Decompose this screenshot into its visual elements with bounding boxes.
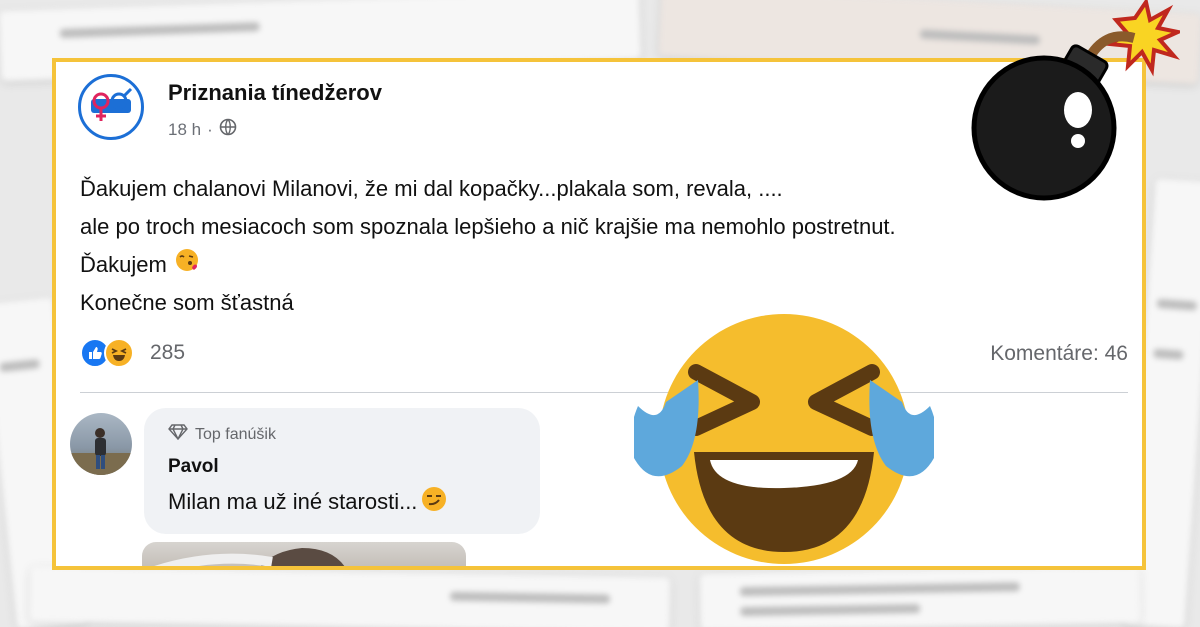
smirking-face-emoji <box>421 486 447 518</box>
bomb-sticker <box>960 0 1185 210</box>
tears-of-joy-sticker <box>630 284 938 594</box>
top-fan-label: Top fanúšik <box>195 425 276 443</box>
meta-separator: · <box>207 119 213 139</box>
post-line: ale po troch mesiacoch som spoznala lepš… <box>80 214 896 239</box>
post-line: Ďakujem chalanovi Milanovi, že mi dal ko… <box>80 176 783 201</box>
comments-count-link[interactable]: Komentáre: 46 <box>990 342 1128 366</box>
commenter-avatar[interactable] <box>70 413 132 475</box>
top-fan-badge: Top fanúšik <box>168 424 276 445</box>
post-line: Ďakujem <box>80 252 167 277</box>
comment-image-attachment[interactable] <box>142 542 466 566</box>
globe-icon[interactable] <box>219 118 237 141</box>
comment-author[interactable]: Pavol <box>168 456 219 478</box>
post-time[interactable]: 18 h <box>168 120 201 140</box>
background-screenshot <box>29 566 671 627</box>
reaction-count: 285 <box>150 341 186 364</box>
page-name[interactable]: Priznania tínedžerov <box>168 80 382 106</box>
reactions-summary[interactable]: 285 <box>80 338 185 368</box>
comment-text: Milan ma už iné starosti... <box>168 489 418 514</box>
face-blowing-kiss-emoji <box>175 246 199 284</box>
post-meta: 18 h · <box>168 118 237 141</box>
haha-reaction-icon <box>104 338 134 368</box>
page-avatar[interactable] <box>78 74 144 140</box>
comment-text-row: Milan ma už iné starosti... <box>168 486 447 518</box>
post-line: Konečne som šťastná <box>80 290 294 315</box>
divider <box>80 392 1128 393</box>
comment-bubble: Top fanúšik Pavol Milan ma už iné staros… <box>144 408 540 534</box>
diamond-icon <box>168 424 188 445</box>
